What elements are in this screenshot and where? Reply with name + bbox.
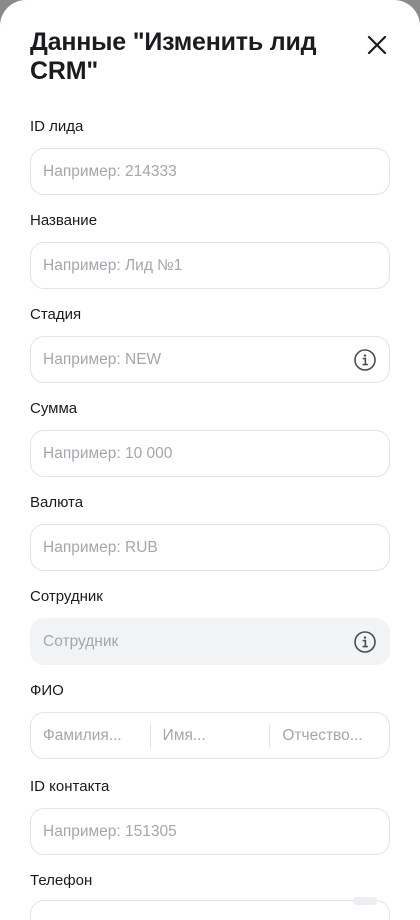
patronymic-segment — [270, 713, 389, 758]
name-input[interactable] — [43, 256, 377, 275]
name-box — [30, 242, 390, 289]
employee-field: Сотрудник — [30, 588, 390, 665]
lead-id-field: ID лида — [30, 118, 390, 195]
employee-label: Сотрудник — [30, 588, 103, 605]
stage-box — [30, 336, 390, 383]
close-button[interactable] — [364, 32, 390, 58]
first-name-input[interactable] — [162, 726, 258, 745]
amount-box — [30, 430, 390, 477]
stage-field: Стадия — [30, 306, 390, 383]
amount-input[interactable] — [43, 444, 377, 463]
last-name-segment — [31, 713, 150, 758]
phone-input-box[interactable] — [30, 897, 390, 920]
panel-header: Данные "Изменить лид CRM" — [30, 28, 360, 86]
phone-label: Телефон — [30, 872, 93, 889]
employee-input[interactable] — [43, 632, 353, 651]
name-field: Название — [30, 212, 390, 289]
patronymic-input[interactable] — [282, 726, 378, 745]
currency-label: Валюта — [30, 494, 84, 511]
info-icon — [354, 630, 376, 653]
edit-lead-panel: Данные "Изменить лид CRM" ID лида Назван… — [0, 0, 420, 920]
contact-id-label: ID контакта — [30, 778, 110, 795]
contact-id-box — [30, 808, 390, 855]
lead-id-label: ID лида — [30, 118, 84, 135]
country-flag-icon — [353, 897, 377, 905]
amount-label: Сумма — [30, 400, 78, 417]
stage-input[interactable] — [43, 350, 353, 369]
first-name-segment — [151, 713, 270, 758]
info-icon — [354, 348, 376, 371]
stage-info-button[interactable] — [353, 348, 377, 372]
full-name-label: ФИО — [30, 682, 64, 699]
full-name-box — [30, 712, 390, 759]
currency-box — [30, 524, 390, 571]
contact-id-field: ID контакта — [30, 778, 390, 855]
amount-field: Сумма — [30, 400, 390, 477]
phone-field: Телефон — [30, 872, 390, 890]
currency-input[interactable] — [43, 538, 377, 557]
stage-label: Стадия — [30, 306, 82, 323]
name-label: Название — [30, 212, 98, 229]
currency-field: Валюта — [30, 494, 390, 571]
full-name-field: ФИО — [30, 682, 390, 759]
employee-box — [30, 618, 390, 665]
contact-id-input[interactable] — [43, 822, 377, 841]
employee-info-button[interactable] — [353, 630, 377, 654]
page-title: Данные "Изменить лид CRM" — [30, 28, 317, 85]
lead-id-box — [30, 148, 390, 195]
last-name-input[interactable] — [43, 726, 138, 745]
close-icon — [367, 35, 387, 55]
lead-id-input[interactable] — [43, 162, 377, 181]
